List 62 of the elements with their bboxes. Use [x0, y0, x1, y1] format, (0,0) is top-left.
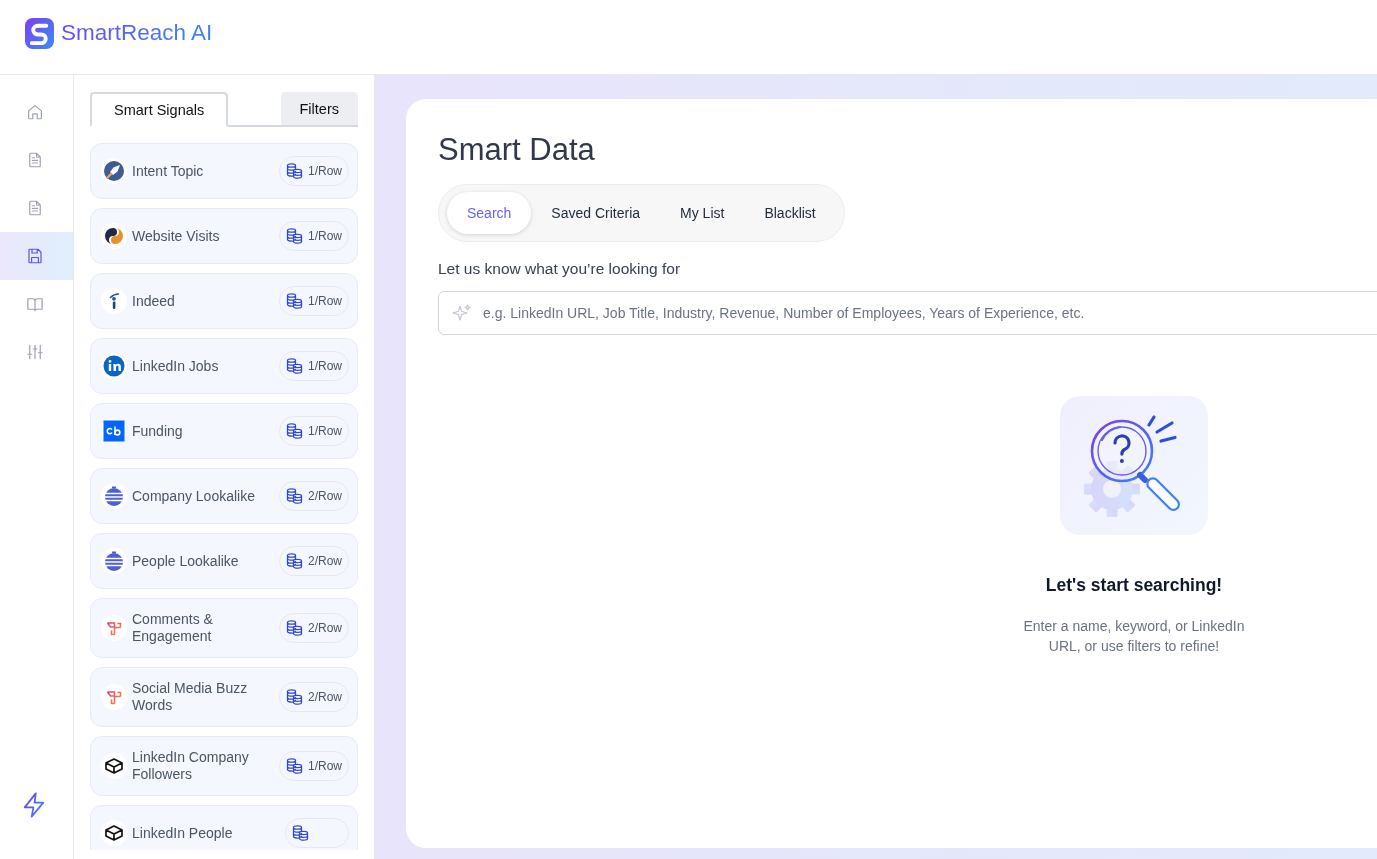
coins-icon — [286, 620, 303, 636]
cost-text: 2/Row — [308, 489, 342, 503]
view-tab[interactable]: My List — [660, 192, 745, 234]
empty-state-title: Let's start searching! — [1045, 575, 1223, 596]
view-tab[interactable]: Blacklist — [744, 192, 836, 234]
rocket-icon — [101, 158, 127, 184]
coins-icon — [292, 825, 309, 841]
view-tab[interactable]: Saved Criteria — [531, 192, 661, 234]
signal-card[interactable]: Indeed 1/Row — [90, 273, 358, 329]
in-logo-icon — [101, 353, 127, 379]
search-prompt: Let us know what you’re looking for — [438, 259, 682, 279]
page-title: Smart Data — [438, 131, 596, 169]
coins-icon — [286, 689, 303, 705]
signal-card[interactable]: LinkedIn Company Followers 1/Row — [90, 736, 358, 796]
nav-button[interactable] — [0, 232, 73, 280]
info-marker-icon — [101, 288, 127, 314]
signal-card[interactable]: LinkedIn Jobs 1/Row — [90, 338, 358, 394]
coins-icon — [286, 758, 303, 774]
cost-text: 2/Row — [308, 554, 342, 568]
coins-icon — [286, 423, 303, 439]
coins-icon — [286, 553, 303, 569]
coins-icon — [286, 358, 303, 374]
cb-logo-icon — [101, 418, 127, 444]
knot-icon — [101, 615, 127, 641]
view-tab[interactable]: Search — [447, 192, 532, 234]
cost-text: 2/Row — [308, 690, 342, 704]
signal-card[interactable]: Comments & Engagement 2/Row — [90, 598, 358, 658]
signal-card[interactable]: LinkedIn People — [90, 805, 358, 850]
signal-card[interactable]: Company Lookalike 2/Row — [90, 468, 358, 524]
cost-text: 1/Row — [308, 294, 342, 308]
cost-text: 1/Row — [308, 359, 342, 373]
signal-card[interactable]: Intent Topic 1/Row — [90, 143, 358, 199]
cube-icon — [101, 820, 127, 846]
signal-card[interactable]: Website Visits 1/Row — [90, 208, 358, 264]
swirl-icon — [101, 223, 127, 249]
panel-tab[interactable]: Filters — [280, 92, 358, 125]
cost-text: 2/Row — [308, 621, 342, 635]
striped-globe-icon — [101, 548, 127, 574]
cost-text: 1/Row — [308, 229, 342, 243]
coins-icon — [286, 488, 303, 504]
panel-tab[interactable]: Smart Signals — [90, 92, 229, 127]
book-icon — [26, 295, 44, 313]
signal-card[interactable]: People Lookalike 2/Row — [90, 533, 358, 589]
cube-icon — [101, 753, 127, 779]
coins-icon — [286, 228, 303, 244]
coins-icon — [286, 293, 303, 309]
cost-text: 1/Row — [308, 164, 342, 178]
logo-icon — [25, 17, 54, 49]
sparkle-icon — [452, 303, 472, 323]
signal-card[interactable]: Funding 1/Row — [90, 403, 358, 459]
signal-card[interactable]: Social Media Buzz Words 2/Row — [90, 667, 358, 727]
document-icon — [26, 199, 44, 217]
knot-icon — [101, 684, 127, 710]
sliders-icon — [26, 343, 44, 361]
striped-globe-icon — [101, 483, 127, 509]
document-icon — [26, 151, 44, 169]
empty-state-text: Enter a name, keyword, or LinkedIn URL, or use filters to refine! — [1022, 617, 1246, 656]
home-icon — [26, 103, 44, 121]
cost-text: 1/Row — [308, 759, 342, 773]
cost-text: 1/Row — [308, 424, 342, 438]
search-field[interactable]: e.g. LinkedIn URL, Job Title, Industry, Revenue, Number of Employees, Years of Experience, etc. — [438, 291, 1377, 335]
coins-icon — [286, 163, 303, 179]
